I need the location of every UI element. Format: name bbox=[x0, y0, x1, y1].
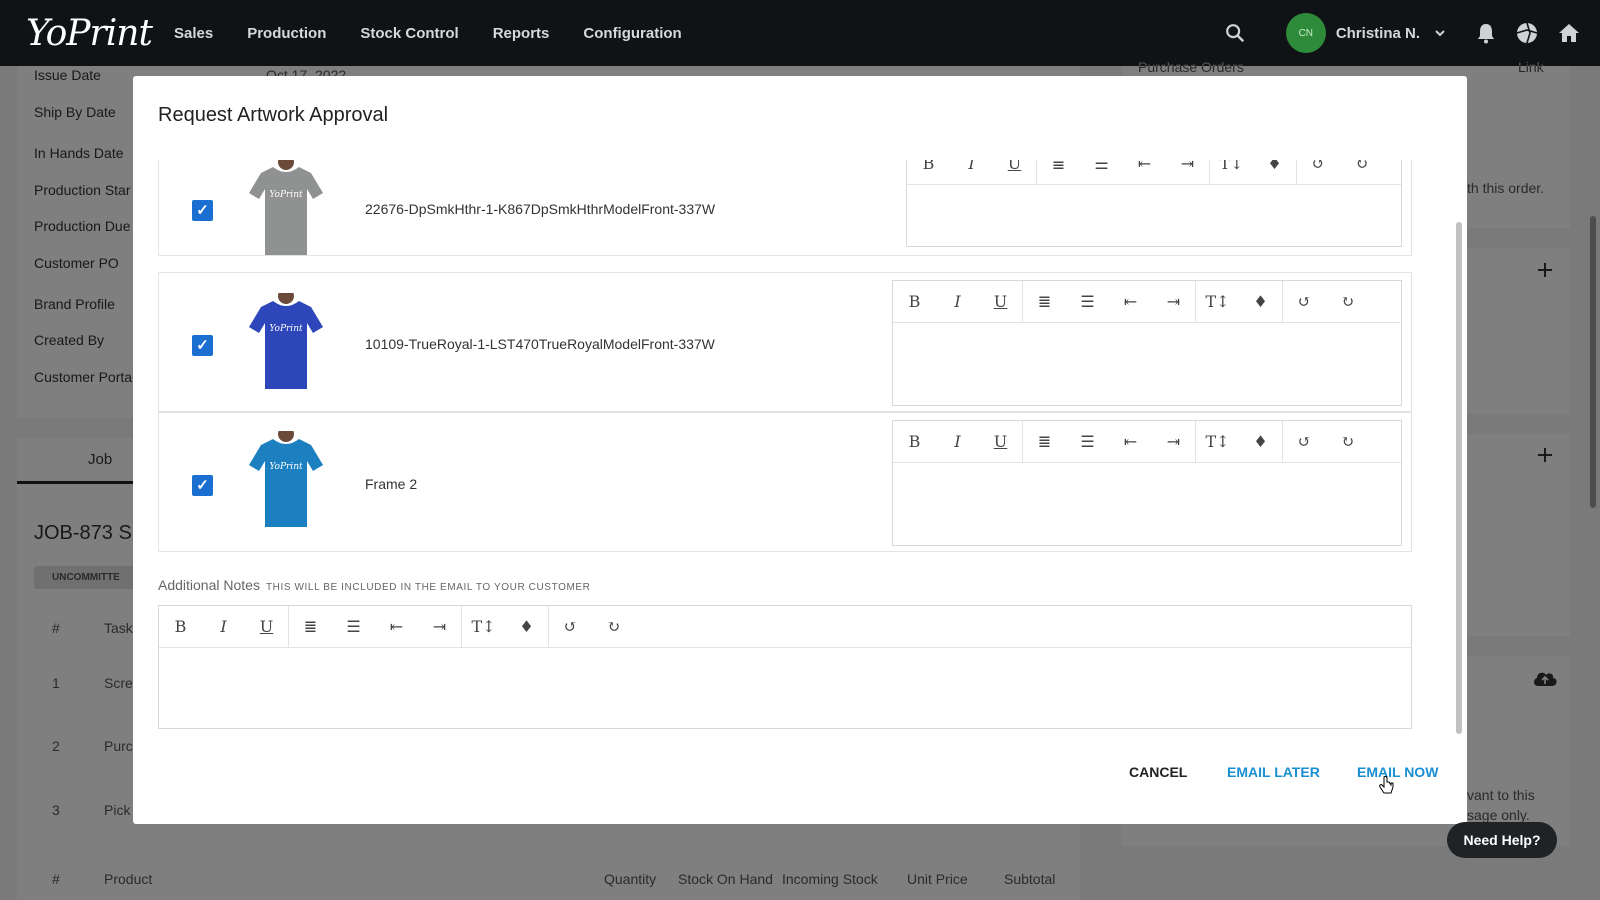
bold-icon[interactable]: B bbox=[893, 292, 936, 311]
shirt-print-text: YoPrint bbox=[269, 190, 303, 200]
ordered-list-icon[interactable]: ≣ bbox=[1023, 292, 1066, 311]
bullet-list-icon[interactable]: ☰ bbox=[332, 617, 375, 636]
user-name[interactable]: Christina N. bbox=[1336, 25, 1420, 42]
color-icon[interactable]: ♦ bbox=[1253, 160, 1296, 173]
indent-icon[interactable]: ⇥ bbox=[1152, 292, 1195, 311]
italic-icon[interactable]: I bbox=[202, 617, 245, 636]
bullet-list-icon[interactable]: ☰ bbox=[1066, 432, 1109, 451]
bell-icon[interactable] bbox=[1476, 22, 1496, 44]
underline-icon[interactable]: U bbox=[245, 617, 288, 636]
nav-configuration[interactable]: Configuration bbox=[583, 25, 681, 42]
underline-icon[interactable]: U bbox=[979, 292, 1022, 311]
avatar[interactable]: CN bbox=[1285, 13, 1326, 53]
aperture-icon[interactable] bbox=[1516, 22, 1538, 44]
shirt-print-text: YoPrint bbox=[269, 324, 303, 334]
cancel-button[interactable]: CANCEL bbox=[1129, 764, 1187, 780]
bullet-list-icon[interactable]: ☰ bbox=[1080, 160, 1123, 173]
underline-icon[interactable]: U bbox=[993, 160, 1036, 173]
undo-icon[interactable]: ↺ bbox=[1283, 292, 1326, 311]
text-size-icon[interactable]: T↕ bbox=[1196, 292, 1239, 311]
undo-icon[interactable]: ↺ bbox=[1283, 432, 1326, 451]
redo-icon[interactable]: ↻ bbox=[1326, 432, 1369, 451]
shirt-shape bbox=[249, 167, 323, 255]
email-now-button[interactable]: EMAIL NOW bbox=[1357, 764, 1438, 780]
outdent-icon[interactable]: ⇤ bbox=[1109, 432, 1152, 451]
home-icon[interactable] bbox=[1558, 23, 1580, 43]
bold-icon[interactable]: B bbox=[907, 160, 950, 173]
nav-stock-control[interactable]: Stock Control bbox=[360, 25, 458, 42]
artwork-filename: Frame 2 bbox=[365, 476, 418, 492]
editor-toolbar: B I U ≣ ☰ ⇤ ⇥ T↕ ♦ ↺ ↻ bbox=[907, 160, 1401, 185]
editor-toolbar: B I U ≣ ☰ ⇤ ⇥ T↕ ♦ ↺ ↻ bbox=[893, 420, 1401, 463]
item-checkbox[interactable]: ✓ bbox=[192, 200, 213, 221]
redo-icon[interactable]: ↻ bbox=[1340, 160, 1383, 173]
color-icon[interactable]: ♦ bbox=[1239, 292, 1282, 311]
list-item: ✓ YoPrint 22676-DpSmkHthr-1-K867DpSmkHth… bbox=[158, 160, 1412, 256]
text-size-icon[interactable]: T↕ bbox=[462, 617, 505, 636]
rich-text-editor: B I U ≣ ☰ ⇤ ⇥ T↕ ♦ ↺ ↻ bbox=[892, 280, 1402, 406]
nav-sales[interactable]: Sales bbox=[174, 25, 213, 42]
shirt-print-text: YoPrint bbox=[269, 462, 303, 472]
dialog-title: Request Artwork Approval bbox=[158, 104, 389, 126]
outdent-icon[interactable]: ⇤ bbox=[375, 617, 418, 636]
additional-notes-label: Additional Notes THIS WILL BE INCLUDED IN… bbox=[158, 577, 591, 593]
indent-icon[interactable]: ⇥ bbox=[418, 617, 461, 636]
undo-icon[interactable]: ↺ bbox=[1297, 160, 1340, 173]
additional-notes-editor[interactable]: B I U ≣ ☰ ⇤ ⇥ T↕ ♦ ↺ ↻ bbox=[158, 605, 1412, 729]
bullet-list-icon[interactable]: ☰ bbox=[1066, 292, 1109, 311]
email-later-button[interactable]: EMAIL LATER bbox=[1227, 764, 1320, 780]
indent-icon[interactable]: ⇥ bbox=[1166, 160, 1209, 173]
model-head bbox=[278, 426, 294, 442]
shirt-shape bbox=[249, 439, 323, 527]
rich-text-editor: B I U ≣ ☰ ⇤ ⇥ T↕ ♦ ↺ ↻ bbox=[892, 420, 1402, 546]
italic-icon[interactable]: I bbox=[936, 292, 979, 311]
editor-toolbar: B I U ≣ ☰ ⇤ ⇥ T↕ ♦ ↺ ↻ bbox=[893, 280, 1401, 323]
request-artwork-approval-dialog: Request Artwork Approval ✓ YoPrint 22676… bbox=[133, 76, 1467, 824]
nav-production[interactable]: Production bbox=[247, 25, 326, 42]
list-item: ✓ YoPrint Frame 2 B I U ≣ ☰ ⇤ ⇥ T↕ ♦ ↺ ↻ bbox=[158, 412, 1412, 552]
rich-text-editor: B I U ≣ ☰ ⇤ ⇥ T↕ ♦ ↺ ↻ bbox=[906, 160, 1402, 247]
bold-icon[interactable]: B bbox=[893, 432, 936, 451]
bold-icon[interactable]: B bbox=[159, 617, 202, 636]
ordered-list-icon[interactable]: ≣ bbox=[1037, 160, 1080, 173]
model-head bbox=[278, 160, 294, 170]
need-help-button[interactable]: Need Help? bbox=[1447, 822, 1557, 858]
color-icon[interactable]: ♦ bbox=[505, 617, 548, 636]
italic-icon[interactable]: I bbox=[950, 160, 993, 173]
shirt-thumbnail: YoPrint bbox=[243, 288, 329, 411]
item-checkbox[interactable]: ✓ bbox=[192, 475, 213, 496]
artwork-list: ✓ YoPrint 22676-DpSmkHthr-1-K867DpSmkHth… bbox=[158, 160, 1412, 647]
hand-cursor-icon bbox=[1379, 776, 1394, 794]
notes-hint: THIS WILL BE INCLUDED IN THE EMAIL TO YO… bbox=[265, 582, 591, 593]
redo-icon[interactable]: ↻ bbox=[592, 617, 635, 636]
underline-icon[interactable]: U bbox=[979, 432, 1022, 451]
indent-icon[interactable]: ⇥ bbox=[1152, 432, 1195, 451]
nav-reports[interactable]: Reports bbox=[493, 25, 550, 42]
chevron-down-icon[interactable] bbox=[1434, 28, 1446, 38]
shirt-shape bbox=[249, 301, 323, 389]
item-checkbox[interactable]: ✓ bbox=[192, 335, 213, 356]
outdent-icon[interactable]: ⇤ bbox=[1109, 292, 1152, 311]
list-item: ✓ YoPrint 10109-TrueRoyal-1-LST470TrueRo… bbox=[158, 272, 1412, 412]
notes-label-text: Additional Notes bbox=[158, 577, 260, 593]
artwork-filename: 22676-DpSmkHthr-1-K867DpSmkHthrModelFron… bbox=[365, 201, 716, 217]
undo-icon[interactable]: ↺ bbox=[549, 617, 592, 636]
ordered-list-icon[interactable]: ≣ bbox=[1023, 432, 1066, 451]
top-nav: YoPrint Sales Production Stock Control R… bbox=[0, 0, 1600, 66]
text-size-icon[interactable]: T↕ bbox=[1210, 160, 1253, 173]
artwork-filename: 10109-TrueRoyal-1-LST470TrueRoyalModelFr… bbox=[365, 336, 715, 352]
editor-toolbar: B I U ≣ ☰ ⇤ ⇥ T↕ ♦ ↺ ↻ bbox=[159, 605, 1411, 648]
shirt-thumbnail: YoPrint bbox=[243, 426, 329, 549]
text-size-icon[interactable]: T↕ bbox=[1196, 432, 1239, 451]
search-icon[interactable] bbox=[1224, 22, 1246, 44]
shirt-thumbnail: YoPrint bbox=[243, 160, 329, 277]
brand-logo[interactable]: YoPrint bbox=[26, 13, 153, 54]
redo-icon[interactable]: ↻ bbox=[1326, 292, 1369, 311]
italic-icon[interactable]: I bbox=[936, 432, 979, 451]
outdent-icon[interactable]: ⇤ bbox=[1123, 160, 1166, 173]
color-icon[interactable]: ♦ bbox=[1239, 432, 1282, 451]
ordered-list-icon[interactable]: ≣ bbox=[289, 617, 332, 636]
model-head bbox=[278, 288, 294, 304]
dialog-scrollbar[interactable] bbox=[1456, 222, 1462, 734]
